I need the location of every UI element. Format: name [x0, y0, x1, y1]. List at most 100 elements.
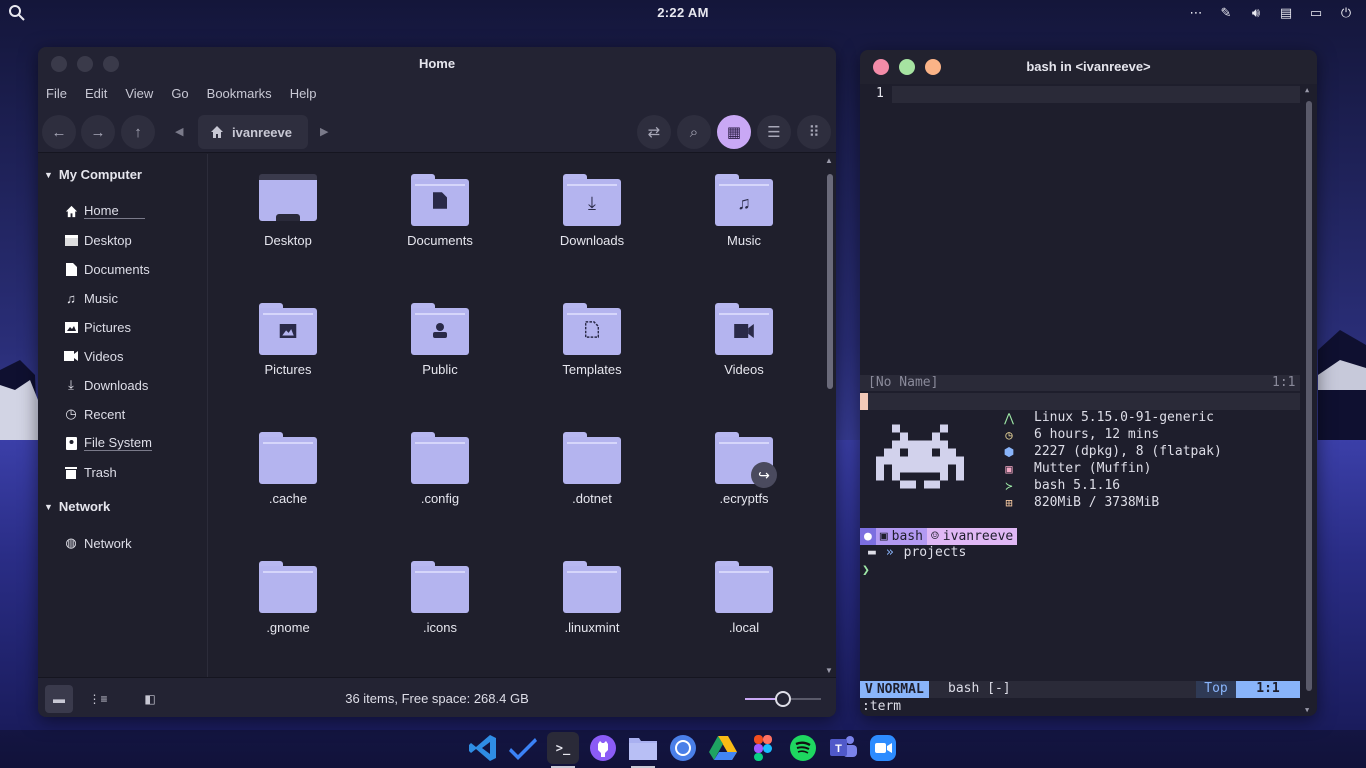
file-item-pictures[interactable]: Pictures [228, 283, 348, 393]
file-item-desktop[interactable]: Desktop [228, 154, 348, 264]
scrollbar-thumb[interactable] [827, 174, 833, 389]
breadcrumb[interactable]: ivanreeve [198, 115, 308, 149]
sidebar-item-documents[interactable]: Documents [64, 258, 150, 280]
zoom-icon[interactable] [867, 732, 899, 764]
scroll-up-icon[interactable]: ▲ [1305, 86, 1309, 94]
toggle-location-button[interactable]: ⇄ [637, 115, 671, 149]
sidebar-item-trash[interactable]: Trash [64, 461, 117, 483]
home-icon [64, 204, 78, 218]
breadcrumb-label: ivanreeve [232, 124, 292, 140]
menu-file[interactable]: File [46, 86, 77, 101]
file-item-config[interactable]: .config [380, 412, 500, 522]
scroll-down-icon[interactable]: ▼ [825, 666, 833, 675]
menu-view[interactable]: View [125, 86, 163, 101]
up-button[interactable]: ↑ [121, 115, 155, 149]
volume-icon[interactable]: 🔊︎ [1246, 3, 1266, 23]
drive-icon[interactable] [707, 732, 739, 764]
sidebar-item-recent[interactable]: ◷ Recent [64, 403, 125, 425]
scrollbar-thumb[interactable] [1306, 101, 1312, 691]
svg-text:T: T [835, 743, 842, 755]
scrollbar[interactable]: ▲ ▼ [824, 154, 836, 677]
sidebar-item-downloads[interactable]: ⤓ Downloads [64, 374, 148, 396]
buffer-statusline: [No Name] 1:1 [860, 375, 1300, 391]
spotify-icon[interactable] [787, 732, 819, 764]
file-item-ecryptfs[interactable]: ↪ .ecryptfs [684, 412, 804, 522]
menubar: File Edit View Go Bookmarks Help [38, 79, 836, 107]
menu-bookmarks[interactable]: Bookmarks [207, 86, 282, 101]
folder-icon: ↪ [715, 432, 777, 488]
scroll-up-icon[interactable]: ▲ [825, 156, 833, 165]
file-item-dotnet[interactable]: .dotnet [532, 412, 652, 522]
github-icon[interactable] [587, 732, 619, 764]
terminal-line[interactable] [868, 393, 1300, 410]
color-picker-icon[interactable]: ✎ [1216, 3, 1236, 23]
window-title: bash in <ivanreeve> [1026, 59, 1151, 74]
breadcrumb-prev-icon[interactable]: ◀ [175, 125, 183, 138]
sidebar-item-home[interactable]: Home [64, 200, 145, 222]
titlebar[interactable]: Home [38, 47, 836, 79]
menu-edit[interactable]: Edit [85, 86, 117, 101]
prompt-os-segment: ● [860, 528, 876, 545]
directory-name: projects [903, 545, 967, 560]
sidebar-section-network[interactable]: ▼ Network [44, 499, 110, 514]
search-button[interactable]: ⌕ [677, 115, 711, 149]
picture-icon [64, 320, 78, 334]
package-icon: ⬢ [1003, 444, 1015, 459]
vim-scroll-position: Top [1196, 681, 1236, 698]
sidebar-item-videos[interactable]: Videos [64, 345, 124, 367]
file-item-cache[interactable]: .cache [228, 412, 348, 522]
zoom-slider[interactable] [745, 691, 821, 707]
menu-help[interactable]: Help [290, 86, 327, 101]
file-item-local[interactable]: .local [684, 541, 804, 651]
list-view-button[interactable]: ☰ [757, 115, 791, 149]
system-tray: ⋯ ✎ 🔊︎ ▤ ▭ ⏻ [1186, 3, 1356, 23]
vim-statusline: V NORMAL bash [-] Top 1:1 [860, 681, 1300, 698]
arrow-left-icon: ← [51, 123, 67, 141]
sidebar-item-file-system[interactable]: File System [64, 432, 152, 454]
screen-icon[interactable]: ▭ [1306, 3, 1326, 23]
file-item-icons[interactable]: .icons [380, 541, 500, 651]
terminal-icon[interactable]: >_ [547, 732, 579, 768]
vscode-icon[interactable] [467, 732, 499, 764]
titlebar[interactable]: bash in <ivanreeve> [860, 50, 1317, 84]
forward-button[interactable]: → [81, 115, 115, 149]
clipboard-icon[interactable]: ▤ [1276, 3, 1296, 23]
breadcrumb-next-icon[interactable]: ▶ [320, 125, 328, 138]
prompt-shell-segment: ▣ bash [875, 528, 927, 545]
compact-grid-icon: ⠿ [808, 124, 820, 141]
sidebar: ▼ My Computer Home Desktop Documents ♫ M… [38, 154, 208, 677]
sidebar-section-computer[interactable]: ▼ My Computer [44, 167, 142, 182]
sidebar-item-network[interactable]: ◍ Network [64, 532, 131, 554]
figma-icon[interactable] [747, 732, 779, 764]
file-item-gnome[interactable]: .gnome [228, 541, 348, 651]
compact-view-button[interactable]: ⠿ [797, 115, 831, 149]
power-icon[interactable]: ⏻ [1336, 3, 1356, 23]
line-number: 1 [876, 86, 884, 101]
prompt-user-segment: ☺ ivanreeve [926, 528, 1018, 545]
sidebar-item-desktop[interactable]: Desktop [64, 229, 132, 251]
zoom-slider-knob[interactable] [775, 691, 791, 707]
chromium-icon[interactable] [667, 732, 699, 764]
todo-icon[interactable] [507, 732, 539, 764]
file-item-music[interactable]: ♫ Music [684, 154, 804, 264]
teams-icon[interactable]: T [827, 732, 859, 764]
scroll-down-icon[interactable]: ▼ [1305, 706, 1309, 714]
clock[interactable]: 2:22 AM [0, 5, 1366, 20]
more-icon[interactable]: ⋯ [1186, 3, 1206, 23]
icon-view-button[interactable]: ▦ [717, 115, 751, 149]
file-item-videos[interactable]: Videos [684, 283, 804, 393]
sidebar-item-pictures[interactable]: Pictures [64, 316, 131, 338]
back-button[interactable]: ← [42, 115, 76, 149]
file-item-documents[interactable]: Documents [380, 154, 500, 264]
editor-line[interactable] [892, 86, 1300, 103]
menu-go[interactable]: Go [171, 86, 198, 101]
vim-cmdline[interactable]: :term [862, 699, 901, 714]
files-icon[interactable] [627, 732, 659, 768]
file-item-downloads[interactable]: ⤓ Downloads [532, 154, 652, 264]
file-item-templates[interactable]: Templates [532, 283, 652, 393]
videos-folder-icon [715, 303, 773, 355]
file-item-public[interactable]: Public [380, 283, 500, 393]
terminal-scrollbar[interactable]: ▲ ▼ [1304, 86, 1314, 714]
sidebar-item-music[interactable]: ♫ Music [64, 287, 118, 309]
file-item-linuxmint[interactable]: .linuxmint [532, 541, 652, 651]
